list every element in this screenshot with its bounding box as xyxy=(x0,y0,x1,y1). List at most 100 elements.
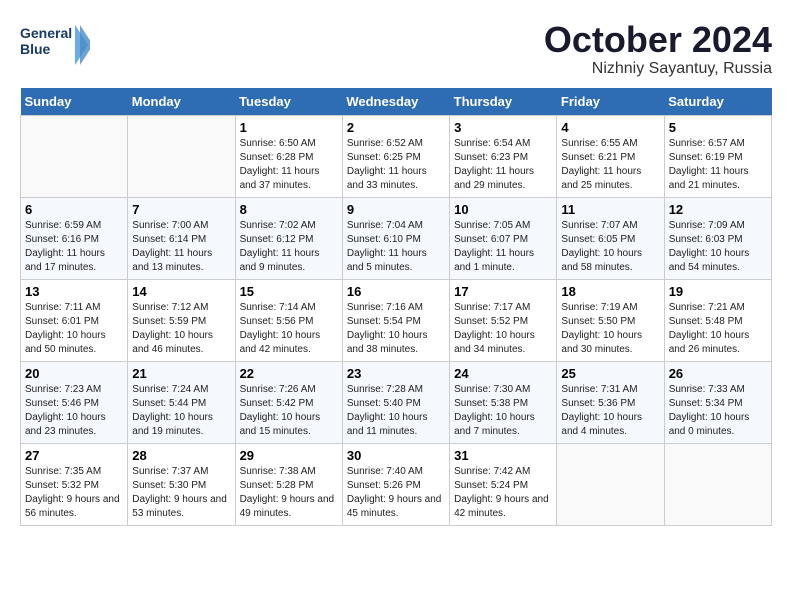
calendar-cell: 27 Sunrise: 7:35 AM Sunset: 5:32 PM Dayli… xyxy=(21,443,128,525)
day-number: 27 xyxy=(25,448,123,463)
day-content: Sunrise: 7:11 AM Sunset: 6:01 PM Dayligh… xyxy=(25,301,123,357)
day-content: Sunrise: 6:50 AM Sunset: 6:28 PM Dayligh… xyxy=(240,137,338,193)
calendar-cell: 15 Sunrise: 7:14 AM Sunset: 5:56 PM Dayli… xyxy=(235,279,342,361)
day-number: 23 xyxy=(347,366,445,381)
day-content: Sunrise: 7:40 AM Sunset: 5:26 PM Dayligh… xyxy=(347,465,445,521)
day-content: Sunrise: 7:05 AM Sunset: 6:07 PM Dayligh… xyxy=(454,219,552,275)
calendar-cell: 16 Sunrise: 7:16 AM Sunset: 5:54 PM Dayli… xyxy=(342,279,449,361)
calendar-cell: 19 Sunrise: 7:21 AM Sunset: 5:48 PM Dayli… xyxy=(664,279,771,361)
calendar-cell: 23 Sunrise: 7:28 AM Sunset: 5:40 PM Dayli… xyxy=(342,361,449,443)
calendar-cell: 24 Sunrise: 7:30 AM Sunset: 5:38 PM Dayli… xyxy=(450,361,557,443)
day-content: Sunrise: 7:12 AM Sunset: 5:59 PM Dayligh… xyxy=(132,301,230,357)
day-number: 16 xyxy=(347,284,445,299)
day-number: 28 xyxy=(132,448,230,463)
day-header-thursday: Thursday xyxy=(450,88,557,116)
calendar-cell: 1 Sunrise: 6:50 AM Sunset: 6:28 PM Daylig… xyxy=(235,115,342,197)
calendar-cell: 2 Sunrise: 6:52 AM Sunset: 6:25 PM Daylig… xyxy=(342,115,449,197)
day-content: Sunrise: 7:33 AM Sunset: 5:34 PM Dayligh… xyxy=(669,383,767,439)
day-number: 8 xyxy=(240,202,338,217)
calendar-table: SundayMondayTuesdayWednesdayThursdayFrid… xyxy=(20,88,772,526)
month-title: October 2024 xyxy=(544,20,772,60)
calendar-cell: 22 Sunrise: 7:26 AM Sunset: 5:42 PM Dayli… xyxy=(235,361,342,443)
calendar-cell: 20 Sunrise: 7:23 AM Sunset: 5:46 PM Dayli… xyxy=(21,361,128,443)
day-content: Sunrise: 7:09 AM Sunset: 6:03 PM Dayligh… xyxy=(669,219,767,275)
calendar-cell: 31Sunrise: 7:42 AM Sunset: 5:24 PM Dayli… xyxy=(450,443,557,525)
day-header-wednesday: Wednesday xyxy=(342,88,449,116)
calendar-cell: 6 Sunrise: 6:59 AM Sunset: 6:16 PM Daylig… xyxy=(21,197,128,279)
day-number: 10 xyxy=(454,202,552,217)
day-number: 2 xyxy=(347,120,445,135)
calendar-cell: 30 Sunrise: 7:40 AM Sunset: 5:26 PM Dayli… xyxy=(342,443,449,525)
calendar-cell: 18 Sunrise: 7:19 AM Sunset: 5:50 PM Dayli… xyxy=(557,279,664,361)
day-content: Sunrise: 7:14 AM Sunset: 5:56 PM Dayligh… xyxy=(240,301,338,357)
header: General Blue October 2024 Nizhniy Sayant… xyxy=(20,20,772,78)
day-content: Sunrise: 6:57 AM Sunset: 6:19 PM Dayligh… xyxy=(669,137,767,193)
day-number: 30 xyxy=(347,448,445,463)
day-number: 1 xyxy=(240,120,338,135)
day-number: 14 xyxy=(132,284,230,299)
calendar-cell xyxy=(664,443,771,525)
day-content: Sunrise: 7:38 AM Sunset: 5:28 PM Dayligh… xyxy=(240,465,338,521)
day-number: 18 xyxy=(561,284,659,299)
day-number: 21 xyxy=(132,366,230,381)
day-content: Sunrise: 7:21 AM Sunset: 5:48 PM Dayligh… xyxy=(669,301,767,357)
title-section: October 2024 Nizhniy Sayantuy, Russia xyxy=(544,20,772,78)
day-content: Sunrise: 7:17 AM Sunset: 5:52 PM Dayligh… xyxy=(454,301,552,357)
day-number: 26 xyxy=(669,366,767,381)
day-number: 12 xyxy=(669,202,767,217)
calendar-cell xyxy=(557,443,664,525)
day-content: Sunrise: 7:00 AM Sunset: 6:14 PM Dayligh… xyxy=(132,219,230,275)
day-number: 20 xyxy=(25,366,123,381)
calendar-cell: 3Sunrise: 6:54 AM Sunset: 6:23 PM Daylig… xyxy=(450,115,557,197)
calendar-cell: 26 Sunrise: 7:33 AM Sunset: 5:34 PM Dayli… xyxy=(664,361,771,443)
calendar-cell: 8 Sunrise: 7:02 AM Sunset: 6:12 PM Daylig… xyxy=(235,197,342,279)
day-content: Sunrise: 7:26 AM Sunset: 5:42 PM Dayligh… xyxy=(240,383,338,439)
day-header-saturday: Saturday xyxy=(664,88,771,116)
calendar-cell: 12 Sunrise: 7:09 AM Sunset: 6:03 PM Dayli… xyxy=(664,197,771,279)
day-header-tuesday: Tuesday xyxy=(235,88,342,116)
day-number: 15 xyxy=(240,284,338,299)
day-content: Sunrise: 6:59 AM Sunset: 6:16 PM Dayligh… xyxy=(25,219,123,275)
calendar-cell: 13Sunrise: 7:11 AM Sunset: 6:01 PM Dayli… xyxy=(21,279,128,361)
day-number: 5 xyxy=(669,120,767,135)
day-content: Sunrise: 7:23 AM Sunset: 5:46 PM Dayligh… xyxy=(25,383,123,439)
day-content: Sunrise: 7:37 AM Sunset: 5:30 PM Dayligh… xyxy=(132,465,230,521)
location-subtitle: Nizhniy Sayantuy, Russia xyxy=(544,60,772,78)
svg-text:General: General xyxy=(20,25,72,41)
day-content: Sunrise: 7:24 AM Sunset: 5:44 PM Dayligh… xyxy=(132,383,230,439)
day-number: 22 xyxy=(240,366,338,381)
day-number: 19 xyxy=(669,284,767,299)
day-content: Sunrise: 7:35 AM Sunset: 5:32 PM Dayligh… xyxy=(25,465,123,521)
day-header-sunday: Sunday xyxy=(21,88,128,116)
day-content: Sunrise: 7:28 AM Sunset: 5:40 PM Dayligh… xyxy=(347,383,445,439)
day-number: 31 xyxy=(454,448,552,463)
day-number: 29 xyxy=(240,448,338,463)
calendar-cell: 17Sunrise: 7:17 AM Sunset: 5:52 PM Dayli… xyxy=(450,279,557,361)
day-number: 4 xyxy=(561,120,659,135)
day-content: Sunrise: 7:16 AM Sunset: 5:54 PM Dayligh… xyxy=(347,301,445,357)
day-number: 6 xyxy=(25,202,123,217)
calendar-cell: 11Sunrise: 7:07 AM Sunset: 6:05 PM Dayli… xyxy=(557,197,664,279)
calendar-cell: 9Sunrise: 7:04 AM Sunset: 6:10 PM Daylig… xyxy=(342,197,449,279)
calendar-cell xyxy=(128,115,235,197)
day-content: Sunrise: 6:52 AM Sunset: 6:25 PM Dayligh… xyxy=(347,137,445,193)
logo-icon: General Blue xyxy=(20,20,90,70)
day-content: Sunrise: 7:19 AM Sunset: 5:50 PM Dayligh… xyxy=(561,301,659,357)
day-content: Sunrise: 7:04 AM Sunset: 6:10 PM Dayligh… xyxy=(347,219,445,275)
day-content: Sunrise: 7:31 AM Sunset: 5:36 PM Dayligh… xyxy=(561,383,659,439)
calendar-cell: 5 Sunrise: 6:57 AM Sunset: 6:19 PM Daylig… xyxy=(664,115,771,197)
calendar-cell: 25Sunrise: 7:31 AM Sunset: 5:36 PM Dayli… xyxy=(557,361,664,443)
day-content: Sunrise: 7:30 AM Sunset: 5:38 PM Dayligh… xyxy=(454,383,552,439)
logo: General Blue xyxy=(20,20,90,70)
day-number: 24 xyxy=(454,366,552,381)
calendar-cell: 4Sunrise: 6:55 AM Sunset: 6:21 PM Daylig… xyxy=(557,115,664,197)
calendar-cell: 14 Sunrise: 7:12 AM Sunset: 5:59 PM Dayli… xyxy=(128,279,235,361)
calendar-cell: 29 Sunrise: 7:38 AM Sunset: 5:28 PM Dayli… xyxy=(235,443,342,525)
calendar-cell: 10 Sunrise: 7:05 AM Sunset: 6:07 PM Dayli… xyxy=(450,197,557,279)
day-header-monday: Monday xyxy=(128,88,235,116)
calendar-cell: 21 Sunrise: 7:24 AM Sunset: 5:44 PM Dayli… xyxy=(128,361,235,443)
day-content: Sunrise: 6:54 AM Sunset: 6:23 PM Dayligh… xyxy=(454,137,552,193)
day-number: 11 xyxy=(561,202,659,217)
day-content: Sunrise: 7:02 AM Sunset: 6:12 PM Dayligh… xyxy=(240,219,338,275)
day-number: 7 xyxy=(132,202,230,217)
